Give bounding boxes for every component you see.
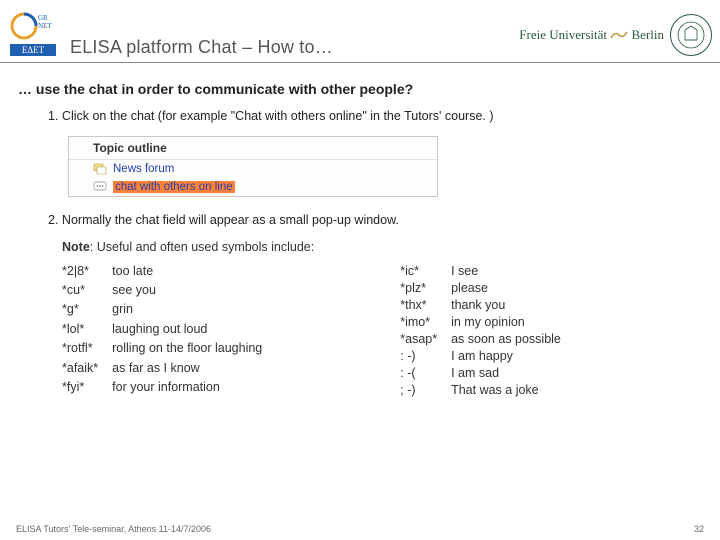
sym-mean: thank you [451, 298, 561, 312]
chat-icon [93, 181, 107, 193]
sym-abbr: *thx* [400, 298, 437, 312]
footer-left: ELISA Tutors' Tele-seminar, Athens 11-14… [16, 524, 211, 534]
slide-footer: ELISA Tutors' Tele-seminar, Athens 11-14… [0, 524, 720, 534]
sym-abbr: *afaik* [62, 361, 98, 377]
step-2: 2. Normally the chat field will appear a… [48, 211, 702, 230]
step-1: 1. Click on the chat (for example "Chat … [48, 107, 702, 126]
symbols-right-column: *ic* I see *plz* please *thx* thank you *im… [400, 264, 561, 397]
symbols-left-column: *2|8* too late *cu* see you *g* grin *lol* l… [62, 264, 262, 397]
forum-icon [93, 163, 107, 175]
sym-abbr: *ic* [400, 264, 437, 278]
sym-mean: for your information [112, 380, 262, 396]
slide-content: … use the chat in order to communicate w… [0, 63, 720, 397]
sym-mean: in my opinion [451, 315, 561, 329]
title-area: ELISA platform Chat – How to… [70, 37, 519, 62]
sym-abbr: *2|8* [62, 264, 98, 280]
sym-abbr: ; -) [400, 383, 437, 397]
sym-mean: I am happy [451, 349, 561, 363]
sym-mean: please [451, 281, 561, 295]
sym-abbr: : -( [400, 366, 437, 380]
fu-seal-icon [670, 14, 712, 56]
sym-mean: as far as I know [112, 361, 262, 377]
sym-abbr: *fyi* [62, 380, 98, 396]
slide-header: GR NET ΕΔΕΤ ELISA platform Chat – How to… [0, 0, 720, 63]
sym-mean: see you [112, 283, 262, 299]
sym-mean: as soon as possible [451, 332, 561, 346]
fu-text-line2: Berlin [632, 27, 665, 42]
news-forum-link[interactable]: News forum [113, 163, 174, 175]
fu-text-line1: Freie Universität [519, 27, 607, 42]
sym-mean: I see [451, 264, 561, 278]
sym-mean: too late [112, 264, 262, 280]
grnet-text: GR [38, 14, 48, 22]
sym-abbr: *g* [62, 302, 98, 318]
svg-text:NET: NET [38, 22, 52, 30]
chat-link-highlighted[interactable]: chat with others on line [113, 181, 235, 193]
sym-abbr: *rotfl* [62, 341, 98, 357]
slide-title: ELISA platform Chat – How to… [70, 37, 519, 58]
note-text: : Useful and often used symbols include: [90, 240, 314, 254]
sym-mean: I am sad [451, 366, 561, 380]
fu-berlin-logo: Freie Universität Berlin [519, 14, 712, 62]
step-1-number: 1. [48, 109, 58, 123]
symbols-table: *2|8* too late *cu* see you *g* grin *lol* l… [62, 264, 702, 397]
sym-abbr: *lol* [62, 322, 98, 338]
step-2-text: Normally the chat field will appear as a… [62, 213, 399, 227]
sym-mean: grin [112, 302, 262, 318]
sym-mean: That was a joke [451, 383, 561, 397]
footer-page-number: 32 [694, 524, 704, 534]
note-line: Note: Useful and often used symbols incl… [62, 240, 702, 254]
note-label: Note [62, 240, 90, 254]
sym-mean: laughing out loud [112, 322, 262, 338]
sym-mean: rolling on the floor laughing [112, 341, 262, 357]
sym-abbr: *imo* [400, 315, 437, 329]
edet-text: ΕΔΕΤ [22, 45, 45, 55]
slide-subheading: … use the chat in order to communicate w… [18, 81, 702, 97]
step-1-text: Click on the chat (for example "Chat wit… [62, 109, 494, 123]
topic-outline-label: Topic outline [87, 137, 173, 159]
step-2-number: 2. [48, 213, 58, 227]
sym-abbr: *cu* [62, 283, 98, 299]
sym-abbr: *asap* [400, 332, 437, 346]
symbols-spacer [276, 264, 386, 397]
course-screenshot: Topic outline News forum [68, 136, 438, 197]
sym-abbr: *plz* [400, 281, 437, 295]
grnet-logo: GR NET ΕΔΕΤ [4, 4, 62, 62]
sym-abbr: : -) [400, 349, 437, 363]
